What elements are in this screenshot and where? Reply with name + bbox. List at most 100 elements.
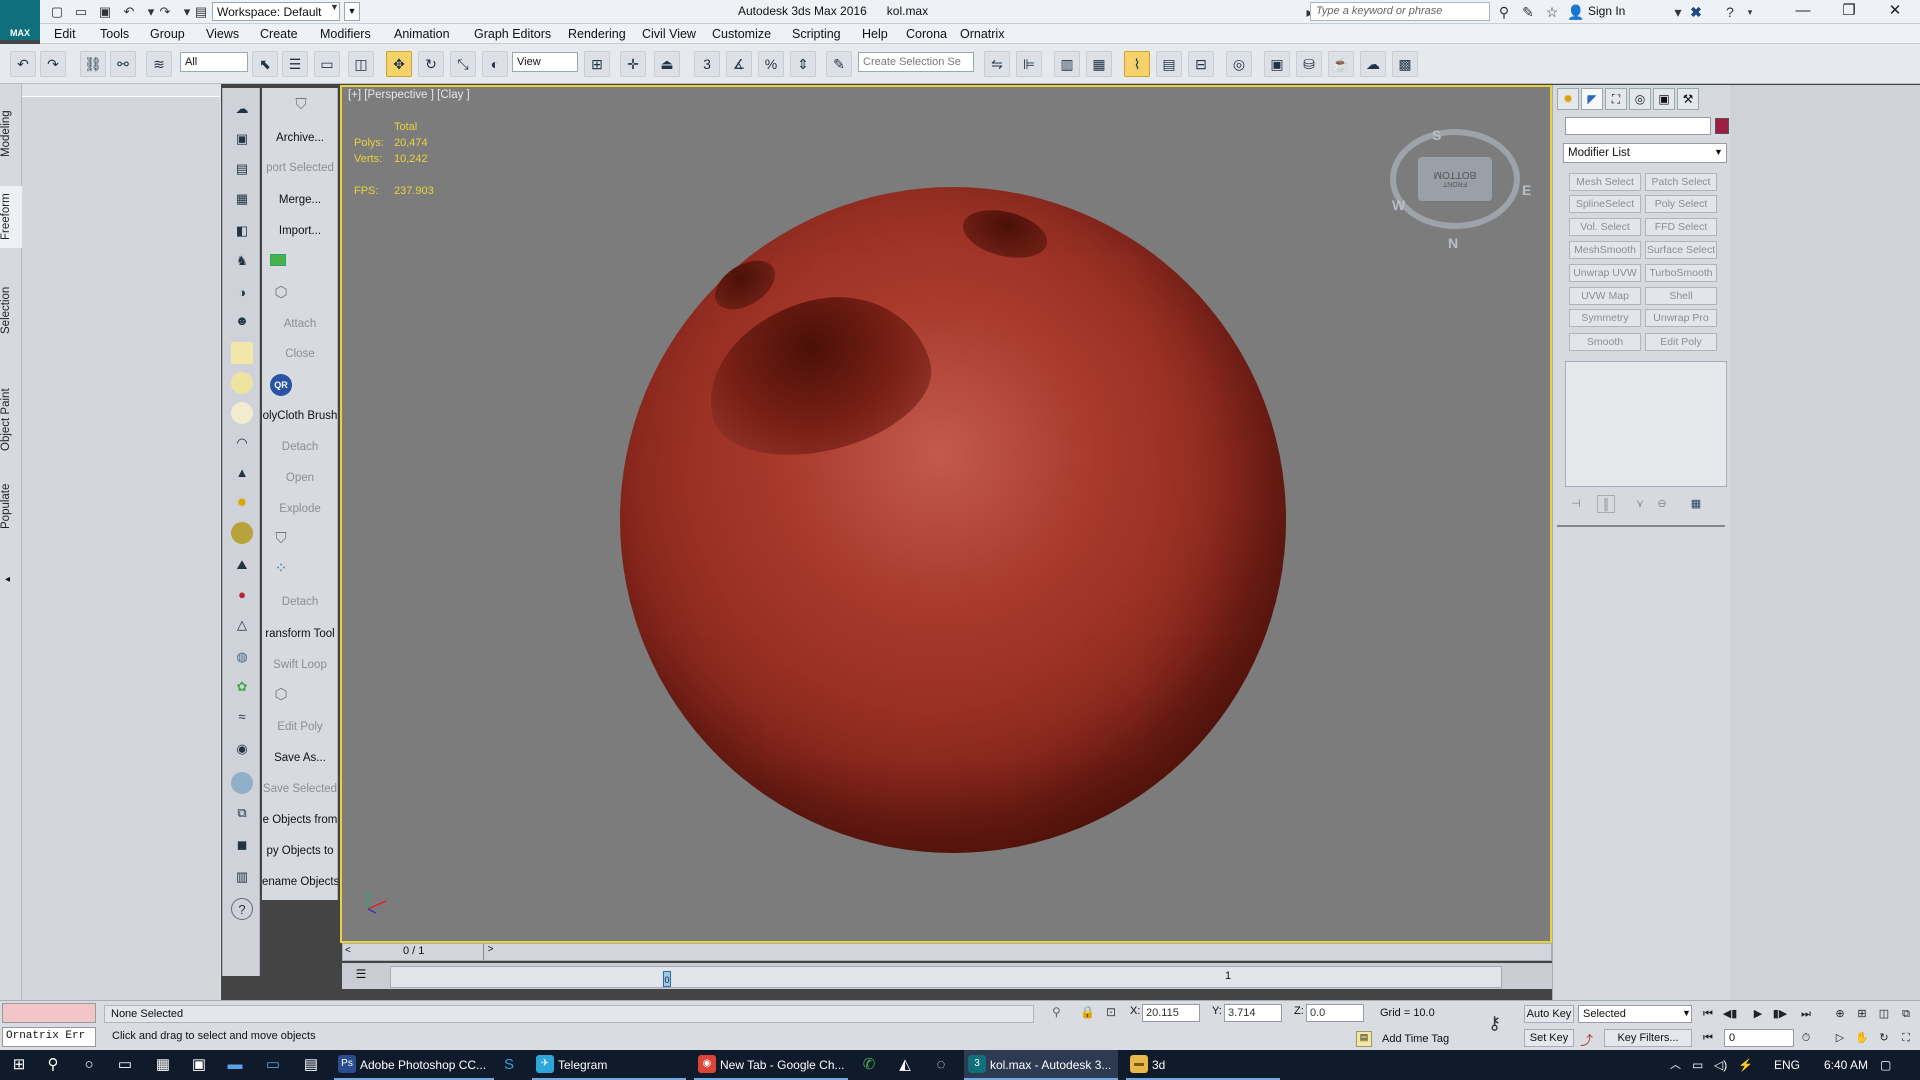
render-activeshade-icon[interactable]: ▩ xyxy=(1392,51,1418,77)
render-icon[interactable]: ▣ xyxy=(231,128,253,150)
viewport-label[interactable]: [+] [Perspective ] [Clay ] xyxy=(348,89,470,101)
torus-icon[interactable] xyxy=(231,522,253,544)
vol-select-button[interactable]: Vol. Select xyxy=(1569,218,1641,236)
sign-in-button[interactable]: Sign In xyxy=(1588,4,1625,18)
key-mode-icon[interactable]: ⏮ xyxy=(1698,1029,1718,1047)
helper-icon[interactable]: ☻ xyxy=(231,310,253,332)
search-input[interactable]: Type a keyword or phrase xyxy=(1310,2,1490,21)
help-dropdown-icon[interactable]: ▾ xyxy=(1740,2,1760,22)
auto-key-button[interactable]: Auto Key xyxy=(1524,1005,1574,1023)
new-file-icon[interactable]: ▢ xyxy=(48,3,66,21)
angle-snap-icon[interactable]: ∡ xyxy=(726,51,752,77)
isolate-icon[interactable]: ⚲ xyxy=(1052,1005,1061,1019)
open-file-icon[interactable]: ▭ xyxy=(72,3,90,21)
merge-objects-from-command[interactable]: e Objects from xyxy=(262,810,338,830)
link-icon[interactable]: ⛓ xyxy=(80,51,106,77)
camera-icon[interactable]: ◧ xyxy=(231,220,253,242)
network-icon[interactable]: ▭ xyxy=(1692,1050,1703,1080)
redo-icon[interactable]: ↷ xyxy=(156,3,174,21)
window-crossing-icon[interactable]: ◫ xyxy=(348,51,374,77)
menu-corona[interactable]: Corona xyxy=(906,27,947,41)
time-slider[interactable]: < 0 / 1 > xyxy=(342,943,1552,961)
cortana-icon[interactable]: ○ xyxy=(78,1054,100,1076)
sign-in-dropdown-icon[interactable]: ▾ xyxy=(1668,2,1688,22)
configure-modifier-sets-icon[interactable]: ▦ xyxy=(1687,495,1705,513)
spline-select-button[interactable]: SplineSelect xyxy=(1569,195,1641,213)
time-config-icon[interactable]: ⏱ xyxy=(1796,1029,1816,1047)
taskbar-app-folder-3d[interactable]: ▬ 3d xyxy=(1126,1050,1280,1080)
remove-modifier-icon[interactable]: ⊖ xyxy=(1653,495,1671,513)
maxscript-listener-input[interactable]: Ornatrix Err xyxy=(2,1027,96,1047)
curve-editor-icon[interactable]: ⌇ xyxy=(1124,51,1150,77)
inkscape-icon[interactable]: ◭ xyxy=(894,1054,916,1076)
detach-command[interactable]: Detach xyxy=(262,437,338,457)
ellipse-icon[interactable] xyxy=(231,372,253,394)
turbosmooth-button[interactable]: TurboSmooth xyxy=(1645,264,1717,282)
qr-button[interactable]: QR xyxy=(270,374,292,396)
uvw-map-button[interactable]: UVW Map xyxy=(1569,287,1641,305)
default-in-out-tangent-icon[interactable]: ⤴ xyxy=(1580,1030,1593,1049)
ribbon-tab-selection[interactable]: Selection xyxy=(0,280,22,340)
user-icon[interactable]: 👤 xyxy=(1566,2,1586,22)
select-and-rotate-icon[interactable]: ↻ xyxy=(418,51,444,77)
render-teapot-icon[interactable]: ☕ xyxy=(1328,51,1354,77)
y-coordinate-field[interactable]: 3.714 xyxy=(1224,1004,1282,1022)
select-by-name-icon[interactable]: ☰ xyxy=(282,51,308,77)
create-tab-icon[interactable]: ✹ xyxy=(1557,88,1579,110)
zoom-icon[interactable]: ⊕ xyxy=(1830,1005,1850,1023)
key-icon[interactable]: ⚷ xyxy=(1488,1013,1501,1034)
scene-explorer-icon[interactable]: ▦ xyxy=(231,188,253,210)
symmetry-button[interactable]: Symmetry xyxy=(1569,309,1641,327)
menu-create[interactable]: Create xyxy=(260,27,298,41)
render-production-icon[interactable]: ⛁ xyxy=(1296,51,1322,77)
grass-icon[interactable]: ✿ xyxy=(231,676,253,698)
select-and-place-icon[interactable]: ◐ xyxy=(482,51,508,77)
surface-select-button[interactable]: Surface Select xyxy=(1645,241,1717,259)
poly-select-button[interactable]: Poly Select xyxy=(1645,195,1717,213)
menu-tools[interactable]: Tools xyxy=(100,27,129,41)
steam-icon[interactable]: ◌ xyxy=(930,1054,952,1076)
save-selected-command[interactable]: Save Selected xyxy=(262,779,338,799)
modify-tab-icon[interactable]: ◤ xyxy=(1581,88,1603,110)
battery-icon[interactable]: ⚡ xyxy=(1738,1050,1753,1080)
patch-select-button[interactable]: Patch Select xyxy=(1645,173,1717,191)
meshsmooth-button[interactable]: MeshSmooth xyxy=(1569,241,1641,259)
mirror-icon[interactable]: ⇋ xyxy=(984,51,1010,77)
menu-edit[interactable]: Edit xyxy=(54,27,76,41)
zoom-extents-icon[interactable]: ◫ xyxy=(1874,1005,1894,1023)
spinner-snap-icon[interactable]: ⇕ xyxy=(790,51,816,77)
lock-icon[interactable]: 🔒 xyxy=(1080,1005,1095,1019)
menu-customize[interactable]: Customize xyxy=(712,27,771,41)
subscription-icon[interactable]: ✎ xyxy=(1518,2,1538,22)
import-command[interactable]: Import... xyxy=(262,221,338,241)
sun-icon[interactable]: ✹ xyxy=(231,492,253,514)
unlink-icon[interactable]: ⚯ xyxy=(110,51,136,77)
green-box-icon[interactable] xyxy=(270,254,286,266)
ribbon-expand-icon[interactable]: ◂ xyxy=(5,574,17,590)
undo-icon[interactable]: ↶ xyxy=(120,3,138,21)
viewcube[interactable]: FRONT BOTTOM xyxy=(1418,157,1492,201)
save-as-command[interactable]: Save As... xyxy=(262,748,338,768)
mini-curve-editor-icon[interactable]: ☰ xyxy=(352,967,370,985)
search-icon[interactable]: ⚲ xyxy=(42,1054,64,1076)
align-icon[interactable]: ⊫ xyxy=(1016,51,1042,77)
cube-icon[interactable]: ◼ xyxy=(231,834,253,856)
key-filters-button[interactable]: Key Filters... xyxy=(1604,1029,1692,1047)
select-object-icon[interactable]: ⬉ xyxy=(252,51,278,77)
absolute-mode-icon[interactable]: ⊡ xyxy=(1106,1005,1116,1019)
zoom-all-icon[interactable]: ⊞ xyxy=(1852,1005,1872,1023)
time-prev-icon[interactable]: < xyxy=(345,945,351,956)
redo-icon[interactable]: ↷ xyxy=(40,51,66,77)
bind-space-warp-icon[interactable]: ≋ xyxy=(146,51,172,77)
rendered-frame-window-icon[interactable]: ▣ xyxy=(1264,51,1290,77)
select-and-scale-icon[interactable]: ⤡ xyxy=(450,51,476,77)
globe-icon[interactable]: ◍ xyxy=(231,646,253,668)
store-icon[interactable]: ▣ xyxy=(188,1054,210,1076)
menu-group[interactable]: Group xyxy=(150,27,185,41)
help-icon[interactable]: ? xyxy=(231,898,253,920)
taskbar-app-telegram[interactable]: ✈ Telegram xyxy=(532,1050,686,1080)
ribbon-tab-freeform[interactable]: Freeform xyxy=(0,186,22,248)
smooth-button[interactable]: Smooth xyxy=(1569,333,1641,351)
material-editor-icon[interactable]: ⊟ xyxy=(1188,51,1214,77)
current-frame-field[interactable]: 0 xyxy=(1724,1029,1794,1047)
